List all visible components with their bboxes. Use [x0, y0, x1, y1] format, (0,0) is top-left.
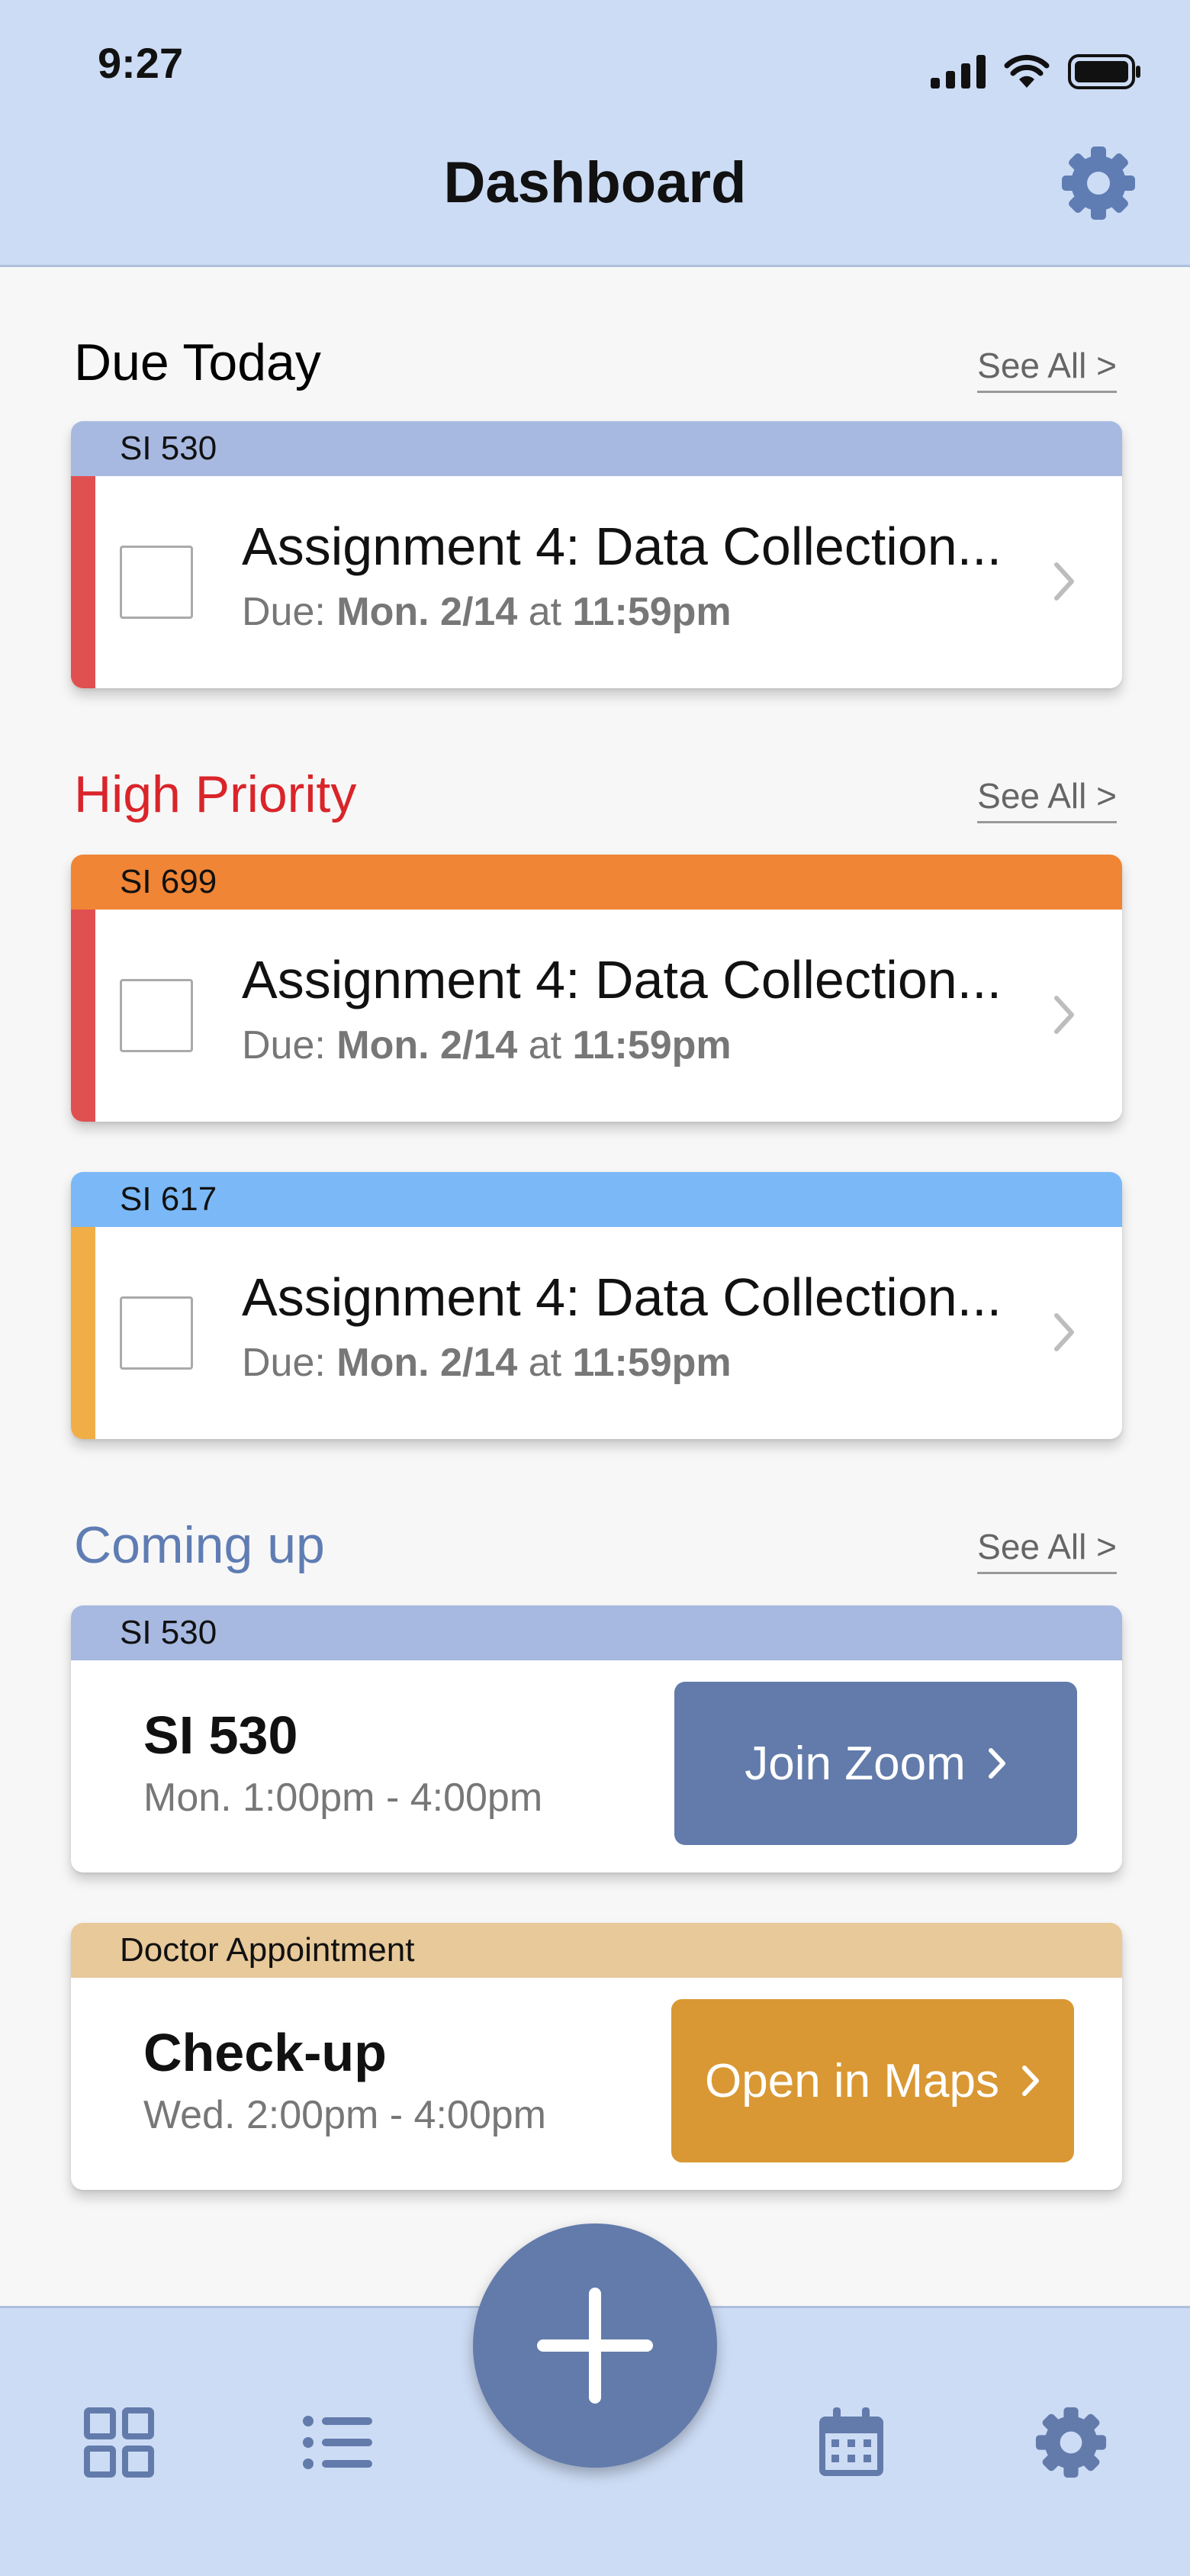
due-date: Due: Mon. 2/14 at 11:59pm	[242, 589, 732, 635]
gear-icon[interactable]	[1034, 2406, 1108, 2479]
chevron-right-icon[interactable]	[1052, 993, 1076, 1036]
card-body: Assignment 4: Data Collection... Due: Mo…	[71, 476, 1122, 688]
priority-stripe	[71, 910, 95, 1122]
course-tag: SI 617	[71, 1172, 1122, 1227]
page-title: Dashboard	[443, 150, 747, 215]
due-label: Due:	[242, 1023, 326, 1067]
chevron-right-icon[interactable]	[1052, 560, 1076, 603]
due-label: Due:	[242, 1341, 326, 1385]
dashboard-screen: 9:27 Dashboard Due Today See All > SI 53…	[0, 0, 1190, 2576]
event-card: SI 530 SI 530 Mon. 1:00pm - 4:00pm Join …	[71, 1605, 1122, 1872]
assignment-title: Assignment 4: Data Collection...	[242, 950, 1002, 1009]
wifi-icon	[1004, 54, 1050, 88]
due-date: Due: Mon. 2/14 at 11:59pm	[242, 1340, 732, 1386]
chevron-right-icon	[988, 1748, 1005, 1779]
list-icon[interactable]	[301, 2406, 374, 2479]
complete-checkbox[interactable]	[120, 1296, 193, 1370]
assignment-card[interactable]: SI 530 Assignment 4: Data Collection... …	[71, 421, 1122, 688]
section-title-high-priority: High Priority	[74, 765, 357, 823]
due-at: at	[528, 590, 562, 634]
card-body: Assignment 4: Data Collection... Due: Mo…	[71, 1227, 1122, 1439]
priority-stripe	[71, 1227, 95, 1439]
event-tag: SI 530	[71, 1605, 1122, 1660]
due-time: 11:59pm	[572, 590, 732, 634]
event-title: SI 530	[143, 1705, 298, 1765]
see-all-coming-up-link[interactable]: See All >	[977, 1526, 1117, 1574]
calendar-icon[interactable]	[815, 2406, 888, 2479]
settings-gear-icon[interactable]	[1060, 145, 1137, 221]
due-day: Mon. 2/14	[336, 1023, 518, 1067]
open-in-maps-label: Open in Maps	[705, 2054, 999, 2107]
due-at: at	[528, 1023, 562, 1067]
plus-icon	[537, 2288, 653, 2404]
grid-icon[interactable]	[82, 2406, 156, 2479]
card-body: Assignment 4: Data Collection... Due: Mo…	[71, 910, 1122, 1122]
due-time: 11:59pm	[572, 1341, 732, 1385]
add-button[interactable]	[473, 2223, 717, 2468]
due-date: Due: Mon. 2/14 at 11:59pm	[242, 1022, 732, 1068]
chevron-right-icon	[1022, 2066, 1039, 2096]
see-all-due-today-link[interactable]: See All >	[977, 345, 1117, 393]
event-tag: Doctor Appointment	[71, 1923, 1122, 1978]
see-all-high-priority-link[interactable]: See All >	[977, 775, 1117, 823]
chevron-right-icon[interactable]	[1052, 1311, 1076, 1354]
due-at: at	[528, 1341, 562, 1385]
section-title-coming-up: Coming up	[74, 1516, 325, 1574]
open-in-maps-button[interactable]: Open in Maps	[671, 1999, 1074, 2162]
status-icons	[931, 49, 1141, 95]
complete-checkbox[interactable]	[120, 979, 193, 1052]
event-time: Wed. 2:00pm - 4:00pm	[143, 2093, 546, 2137]
status-time: 9:27	[98, 39, 184, 87]
assignment-card[interactable]: SI 617 Assignment 4: Data Collection... …	[71, 1172, 1122, 1439]
course-tag: SI 530	[71, 421, 1122, 476]
complete-checkbox[interactable]	[120, 546, 193, 619]
event-title: Check-up	[143, 2023, 387, 2082]
priority-stripe	[71, 476, 95, 688]
card-body: Check-up Wed. 2:00pm - 4:00pm Open in Ma…	[71, 1978, 1122, 2190]
course-tag: SI 699	[71, 855, 1122, 910]
due-time: 11:59pm	[572, 1023, 732, 1067]
assignment-title: Assignment 4: Data Collection...	[242, 1267, 1002, 1327]
event-time: Mon. 1:00pm - 4:00pm	[143, 1776, 543, 1820]
due-label: Due:	[242, 590, 326, 634]
battery-icon	[1068, 54, 1140, 89]
assignment-card[interactable]: SI 699 Assignment 4: Data Collection... …	[71, 855, 1122, 1122]
assignment-title: Assignment 4: Data Collection...	[242, 517, 1002, 576]
join-zoom-button[interactable]: Join Zoom	[674, 1682, 1077, 1845]
join-zoom-label: Join Zoom	[745, 1737, 966, 1790]
due-day: Mon. 2/14	[336, 590, 518, 634]
due-day: Mon. 2/14	[336, 1341, 518, 1385]
signal-icon	[931, 55, 986, 89]
event-card: Doctor Appointment Check-up Wed. 2:00pm …	[71, 1923, 1122, 2190]
card-body: SI 530 Mon. 1:00pm - 4:00pm Join Zoom	[71, 1660, 1122, 1872]
section-title-due-today: Due Today	[74, 333, 321, 391]
header: 9:27 Dashboard	[0, 0, 1190, 267]
